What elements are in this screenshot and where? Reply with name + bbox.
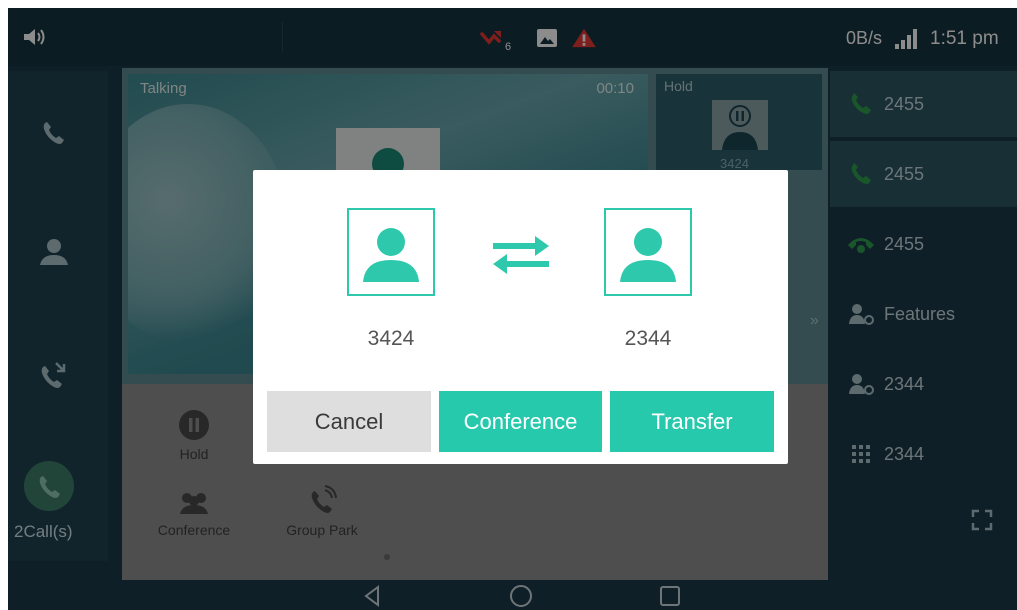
target-avatar (604, 208, 692, 296)
swap-arrows-icon (493, 236, 549, 274)
user-icon (363, 228, 419, 282)
transfer-dialog: 3424 2344 Cancel Conference Transfer (253, 170, 788, 464)
conference-button[interactable]: Conference (439, 391, 602, 452)
cancel-button[interactable]: Cancel (267, 391, 431, 452)
user-icon (620, 228, 676, 282)
transfer-button[interactable]: Transfer (610, 391, 774, 452)
target-number: 2344 (624, 327, 672, 350)
source-avatar (347, 208, 435, 296)
source-number: 3424 (367, 327, 415, 350)
